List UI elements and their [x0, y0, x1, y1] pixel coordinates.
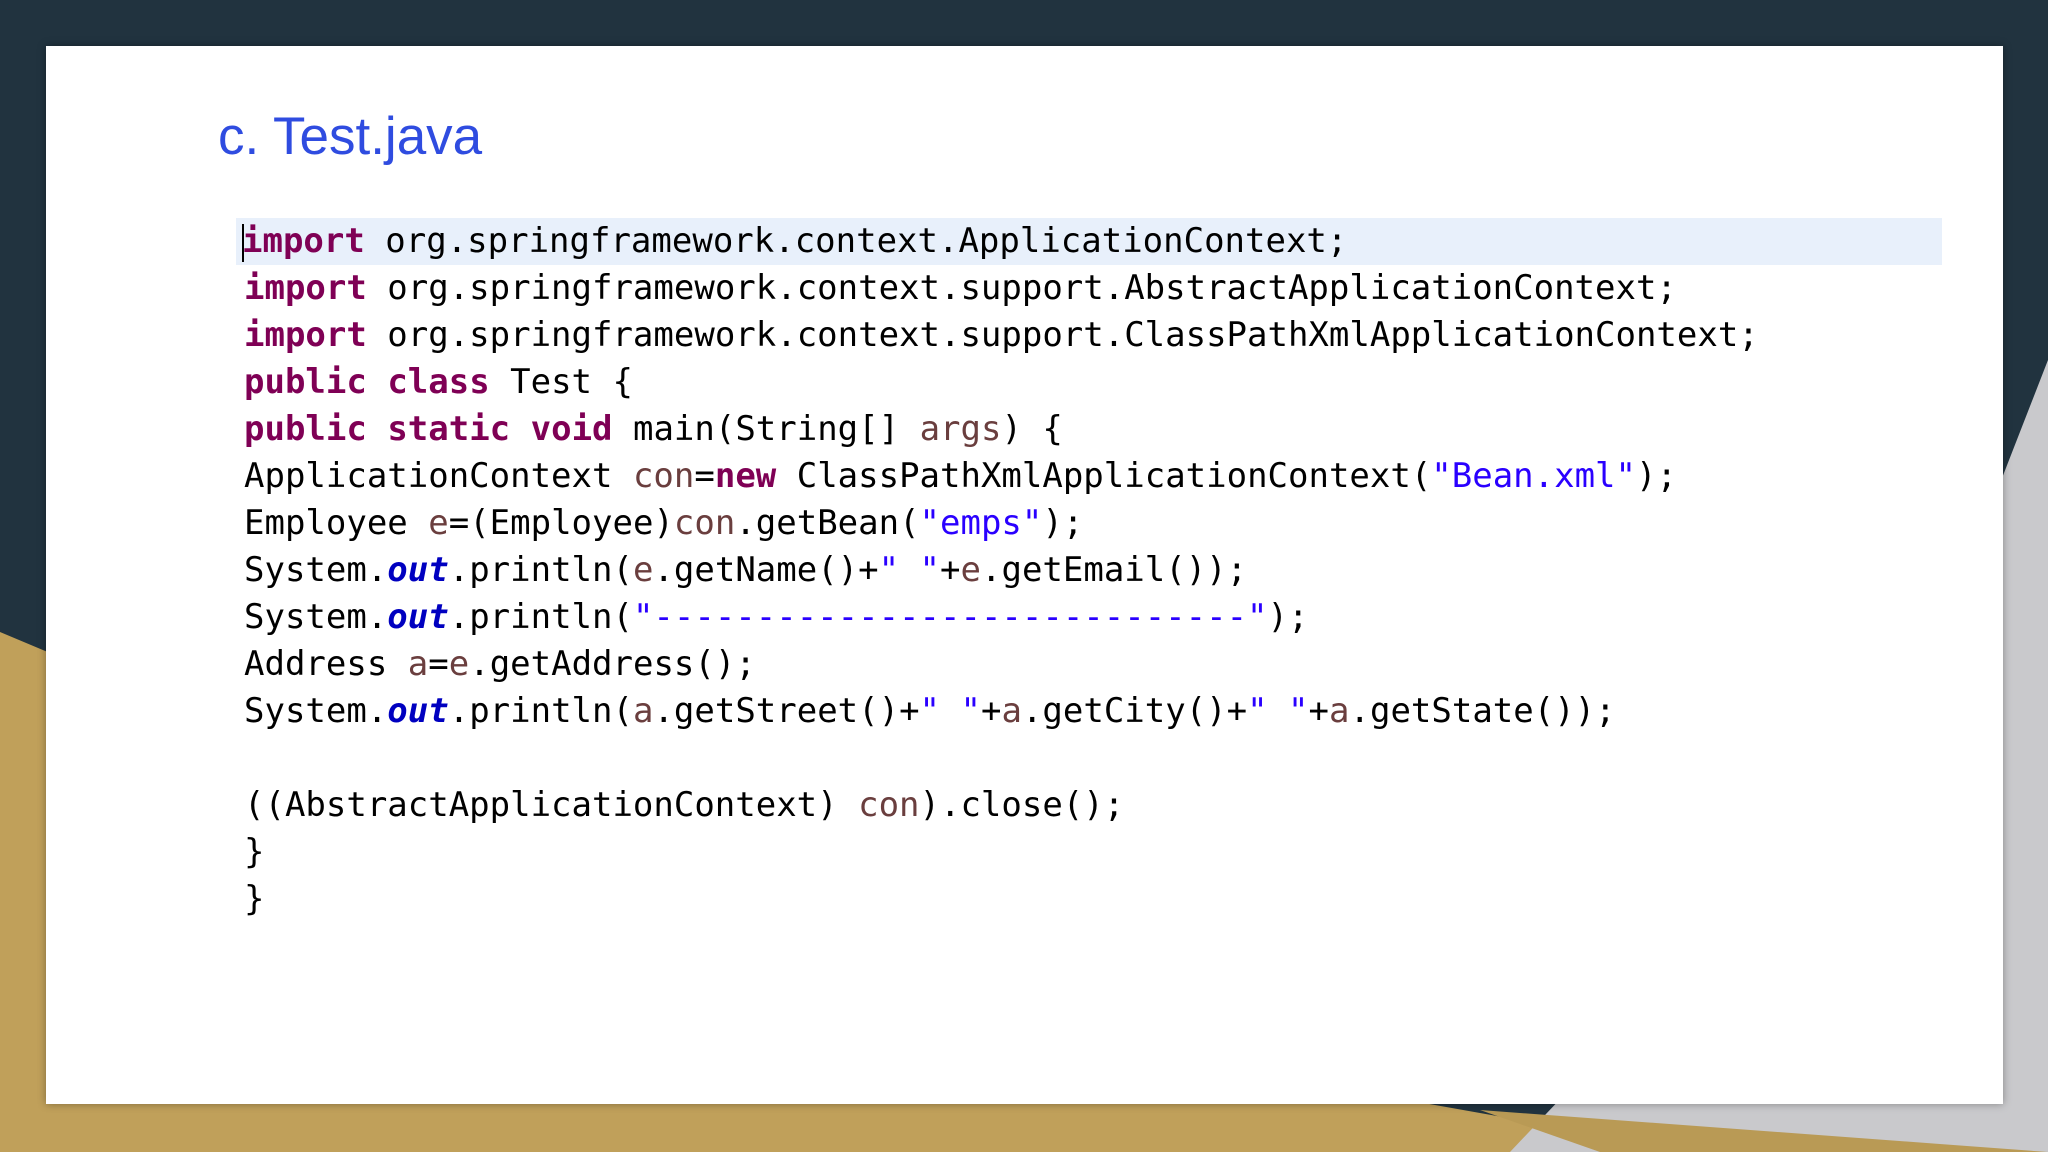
code-token: .getState());: [1349, 691, 1616, 731]
code-token: void: [530, 409, 613, 449]
code-token: Address: [244, 644, 408, 684]
code-token: a: [407, 644, 429, 684]
code-token: +: [940, 550, 961, 590]
code-token: .getAddress();: [469, 644, 756, 684]
code-token: .println(: [448, 597, 633, 637]
code-token: .getBean(: [735, 503, 920, 543]
code-token: "-----------------------------": [632, 597, 1268, 637]
code-token: Test {: [489, 362, 633, 402]
code-line[interactable]: System.out.println(a.getStreet()+" "+a.g…: [236, 688, 1942, 735]
code-token: "emps": [919, 503, 1043, 543]
code-token: e: [960, 550, 981, 590]
code-token: new: [714, 456, 777, 496]
code-token: );: [1636, 456, 1677, 496]
code-token: e: [428, 503, 449, 543]
code-token: ClassPathXmlApplicationContext(: [776, 456, 1432, 496]
code-token: main(String[]: [612, 409, 920, 449]
code-token: .getEmail());: [981, 550, 1248, 590]
code-token: public: [244, 362, 367, 402]
code-token: System.: [244, 691, 388, 731]
code-token: args: [919, 409, 1002, 449]
code-token: =(Employee): [448, 503, 674, 543]
code-token: .println(: [448, 691, 633, 731]
code-line[interactable]: System.out.println("--------------------…: [236, 594, 1942, 641]
code-token: org.springframework.context.support.Abst…: [366, 268, 1677, 308]
code-token: System.: [244, 597, 388, 637]
code-line[interactable]: Address a=e.getAddress();: [236, 641, 1942, 688]
code-token: =: [428, 644, 449, 684]
code-line[interactable]: import org.springframework.context.suppo…: [236, 312, 1942, 359]
code-token: e: [632, 550, 654, 590]
code-token: import: [244, 315, 367, 355]
code-token: con: [632, 456, 695, 496]
code-line[interactable]: [236, 735, 1942, 782]
code-line[interactable]: System.out.println(e.getName()+" "+e.get…: [236, 547, 1942, 594]
code-token: " ": [878, 550, 941, 590]
slide-title: c. Test.java: [218, 107, 483, 166]
code-line[interactable]: ApplicationContext con=new ClassPathXmlA…: [236, 453, 1942, 500]
code-token: con: [673, 503, 736, 543]
code-token: }: [244, 879, 265, 919]
code-token: .getName()+: [653, 550, 879, 590]
code-token: out: [387, 597, 449, 637]
code-token: =: [694, 456, 715, 496]
code-token: ) {: [1001, 409, 1063, 449]
code-token: +: [1308, 691, 1330, 731]
code-token: .getCity()+: [1021, 691, 1248, 731]
code-line[interactable]: Employee e=(Employee)con.getBean("emps")…: [236, 500, 1942, 547]
code-token: +: [980, 691, 1002, 731]
code-line[interactable]: public class Test {: [236, 359, 1942, 406]
code-token: con: [858, 785, 920, 825]
code-token: out: [387, 691, 449, 731]
code-token: ((AbstractApplicationContext): [244, 785, 859, 825]
code-token: a: [1329, 691, 1350, 731]
code-token: ApplicationContext: [244, 456, 633, 496]
code-line[interactable]: import org.springframework.context.suppo…: [236, 265, 1942, 312]
code-token: public: [244, 409, 367, 449]
code-token: );: [1042, 503, 1084, 543]
code-token: " ": [1247, 691, 1309, 731]
code-token: .getStreet()+: [653, 691, 920, 731]
code-token: e: [448, 644, 470, 684]
code-token: "Bean.xml": [1431, 456, 1636, 496]
code-token: org.springframework.context.ApplicationC…: [364, 221, 1348, 261]
code-token: out: [387, 550, 449, 590]
code-token: Employee: [244, 503, 429, 543]
code-token: .println(: [448, 550, 633, 590]
code-token: import: [244, 268, 367, 308]
code-line[interactable]: }: [236, 829, 1942, 876]
code-token: );: [1267, 597, 1309, 637]
code-token: class: [387, 362, 490, 402]
code-token: org.springframework.context.support.Clas…: [366, 315, 1759, 355]
code-block[interactable]: import org.springframework.context.Appli…: [236, 218, 1942, 923]
code-token: import: [242, 221, 365, 261]
code-token: a: [1001, 691, 1022, 731]
code-token: static: [387, 409, 511, 449]
code-line[interactable]: import org.springframework.context.Appli…: [236, 218, 1942, 265]
code-token: a: [632, 691, 654, 731]
code-line[interactable]: public static void main(String[] args) {: [236, 406, 1942, 453]
code-line[interactable]: }: [236, 876, 1942, 923]
code-token: ).close();: [919, 785, 1125, 825]
code-token: System.: [244, 550, 388, 590]
code-line[interactable]: ((AbstractApplicationContext) con).close…: [236, 782, 1942, 829]
code-token: }: [244, 832, 265, 872]
slide: c. Test.java import org.springframework.…: [46, 46, 2003, 1104]
code-token: " ": [919, 691, 981, 731]
